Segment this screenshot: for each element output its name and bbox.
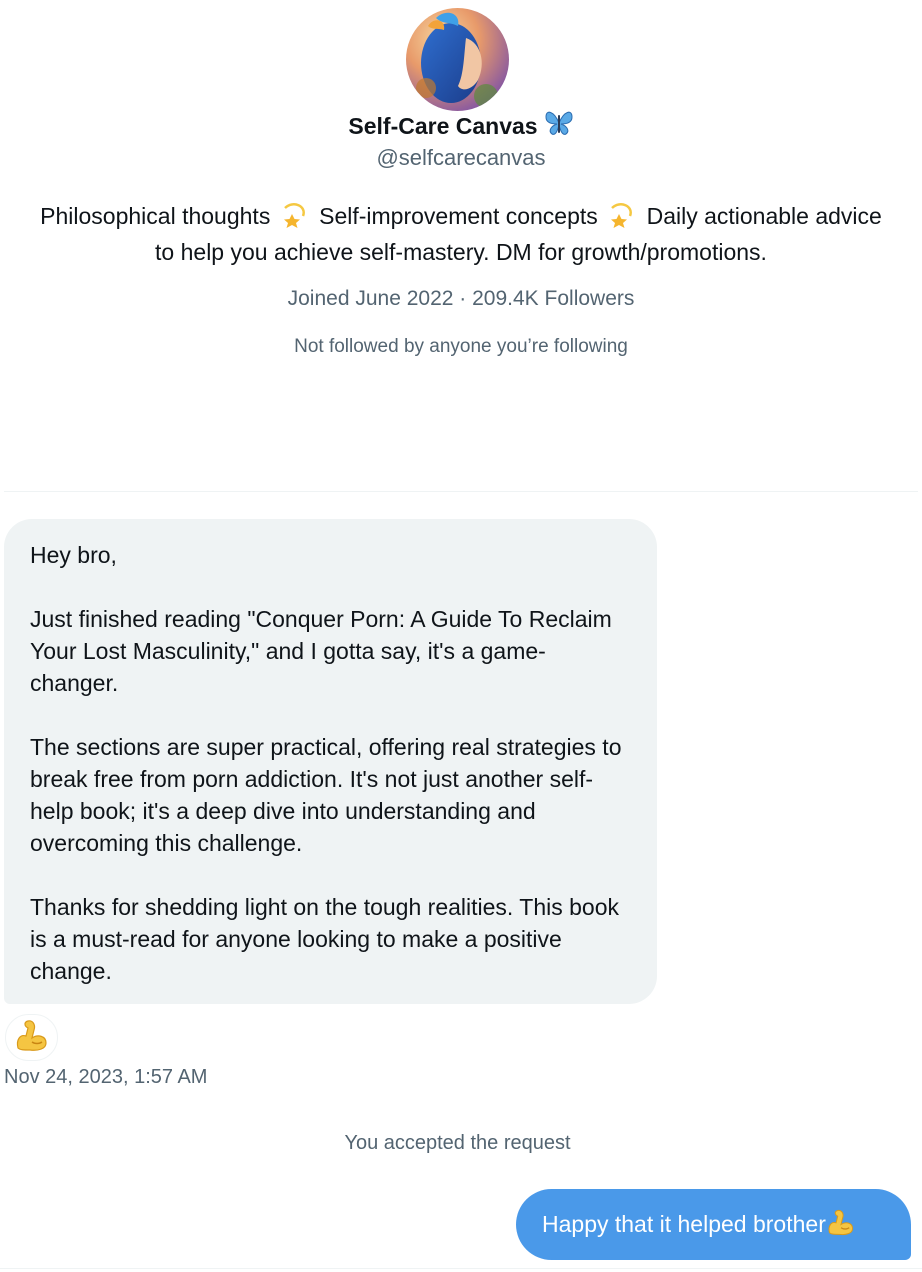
profile-display-name[interactable]: Self-Care Canvas (0, 110, 922, 142)
profile-handle[interactable]: @selfcarecanvas (0, 145, 922, 171)
bio-part-2: Self-improvement concepts (319, 203, 598, 229)
outgoing-message-bubble[interactable]: Happy that it helped brother (516, 1189, 911, 1260)
outgoing-message-text: Happy that it helped brother (542, 1211, 826, 1237)
meta-separator: · (459, 287, 467, 310)
bottom-divider (0, 1268, 922, 1269)
mutual-followers-text: Not followed by anyone you’re following (294, 336, 628, 357)
message-paragraph: The sections are super practical, offeri… (30, 734, 622, 856)
dizzy-star-icon (281, 202, 309, 236)
bio-part-1: Philosophical thoughts (40, 203, 271, 229)
incoming-message-bubble[interactable]: Hey bro, Just finished reading "Conquer … (4, 519, 657, 1004)
profile-bio: Philosophical thoughts Self-improvement … (30, 200, 892, 268)
display-name-text: Self-Care Canvas (348, 112, 538, 139)
joined-date: Joined June 2022 (287, 287, 454, 310)
message-paragraph: Just finished reading "Conquer Porn: A G… (30, 606, 612, 696)
profile-meta: Joined June 2022 · 209.4K Followers (0, 287, 922, 311)
message-paragraph: Thanks for shedding light on the tough r… (30, 894, 619, 984)
dm-conversation: Self-Care Canvas @selfcarecanvas Philoso… (0, 0, 922, 1272)
flexed-biceps-icon (826, 1208, 856, 1242)
header-divider (4, 491, 918, 492)
message-reaction[interactable] (5, 1014, 58, 1061)
profile-avatar[interactable] (406, 8, 509, 111)
followers-count[interactable]: 209.4K Followers (472, 287, 634, 310)
butterfly-icon (544, 109, 574, 143)
flexed-biceps-icon (14, 1018, 50, 1057)
dizzy-star-icon (608, 202, 636, 236)
request-accepted-notice: You accepted the request (344, 1132, 571, 1154)
message-paragraph: Hey bro, (30, 542, 117, 568)
message-timestamp: Nov 24, 2023, 1:57 AM (4, 1066, 208, 1088)
